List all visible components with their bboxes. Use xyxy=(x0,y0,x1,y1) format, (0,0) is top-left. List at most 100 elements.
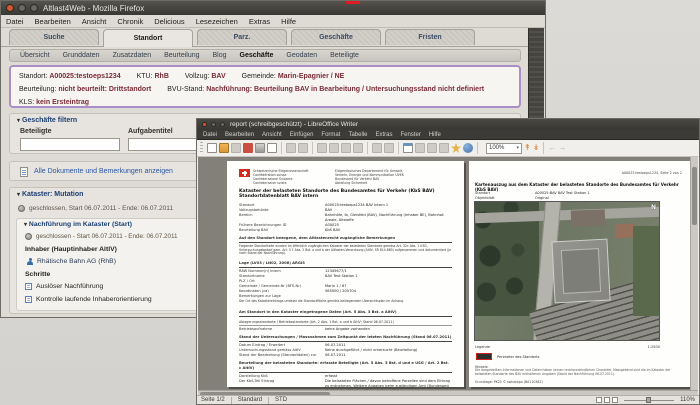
perimeter-label: Perimeter des Standorts xyxy=(497,355,540,359)
menu-item[interactable]: Bearbeiten xyxy=(225,132,254,138)
menu-item[interactable]: Hilfe xyxy=(281,17,296,26)
swiss-flag-icon xyxy=(239,169,250,177)
main-tab[interactable]: Suche xyxy=(9,29,99,45)
menu-item[interactable]: Datei xyxy=(203,132,217,138)
menu-item[interactable]: Lesezeichen xyxy=(196,17,238,26)
minimize-icon[interactable] xyxy=(18,4,26,12)
draw-functions-icon[interactable] xyxy=(415,143,425,153)
main-tab[interactable]: Standort xyxy=(103,29,193,47)
sub-tab[interactable]: Geodaten xyxy=(286,52,317,59)
undo-icon[interactable] xyxy=(372,143,382,153)
paste-icon[interactable] xyxy=(341,143,351,153)
multi-page-view-icon[interactable] xyxy=(604,397,611,403)
menu-item[interactable]: Bearbeiten xyxy=(35,17,71,26)
menu-item[interactable]: Format xyxy=(321,132,340,138)
schritt-link[interactable]: Auslöser Nachführung xyxy=(36,283,103,290)
open-icon[interactable] xyxy=(219,143,229,153)
single-page-view-icon[interactable] xyxy=(596,397,603,403)
menu-item[interactable]: Einfügen xyxy=(290,132,314,138)
main-tab[interactable]: Parz. xyxy=(197,29,287,45)
zoom-slider-thumb[interactable] xyxy=(646,397,652,403)
writer-toolbar: 100% ▾ ↟ ↡ ← → xyxy=(197,140,699,157)
show-all-documents-link[interactable]: Alle Dokumente und Bemerkungen anzeigen xyxy=(34,168,173,175)
sub-tabs: Übersicht Grunddaten Zusatzdaten Beurteilun… xyxy=(9,49,521,62)
close-icon[interactable] xyxy=(202,122,207,127)
autospell-icon[interactable] xyxy=(298,143,308,153)
menu-item[interactable]: Tabelle xyxy=(348,132,367,138)
minimize-icon[interactable] xyxy=(211,122,216,127)
zoom-slider[interactable] xyxy=(624,397,675,403)
redo-icon[interactable] xyxy=(384,143,394,153)
sub-tab[interactable]: Blog xyxy=(213,52,227,59)
insert-table-icon[interactable] xyxy=(403,143,413,153)
inhaber-name[interactable]: Rhätische Bahn AG (RhB) xyxy=(37,258,116,265)
copy-icon[interactable] xyxy=(329,143,339,153)
scrollbar-thumb[interactable] xyxy=(692,167,697,225)
zoom-combo[interactable]: 100% ▾ xyxy=(486,142,522,154)
cut-icon[interactable] xyxy=(317,143,327,153)
menu-item[interactable]: Datei xyxy=(6,17,24,26)
navigate-up-icon[interactable]: ↟ xyxy=(524,143,531,153)
main-tab[interactable]: Geschäfte xyxy=(291,29,381,45)
sub-tab[interactable]: Übersicht xyxy=(20,52,50,59)
firefox-titlebar[interactable]: Altlast4Web - Mozilla Firefox xyxy=(1,1,545,15)
menu-item[interactable]: Delicious xyxy=(154,17,184,26)
menu-item[interactable]: Fenster xyxy=(400,132,420,138)
nachfuehrung-header[interactable]: ▾ Nachführung im Kataster (Start) xyxy=(17,219,213,228)
document-page-1: Schweizerische Eidgenossenschaft Confédér… xyxy=(227,161,464,398)
task-icon xyxy=(25,295,32,303)
print-icon[interactable] xyxy=(255,143,265,153)
gallery-icon[interactable] xyxy=(451,143,461,153)
document-area: Schweizerische Eidgenossenschaft Confédér… xyxy=(198,157,698,398)
schritt-row: Kontrolle laufende Inhaberorientierung ✓ xyxy=(25,295,209,303)
menu-item[interactable]: Extras xyxy=(249,17,270,26)
schritt-link[interactable]: Kontrolle laufende Inhaberorientierung xyxy=(36,296,152,303)
spellcheck-icon[interactable] xyxy=(286,143,296,153)
report-row: Am Standort in den Kataster eingetragene… xyxy=(239,310,452,317)
info-pair: Standort: A00025:testoeps1234 xyxy=(19,73,121,80)
forward-icon[interactable]: → xyxy=(558,143,566,153)
report-row: Betriebsaufnahme keine Angabe vorhanden xyxy=(239,327,370,332)
sub-tab[interactable]: Beteiligte xyxy=(330,52,359,59)
report-row: Beurteilung BAV KbS BAV xyxy=(239,228,341,232)
writer-window: report (schreibgeschützt) - LibreOffice … xyxy=(196,118,700,405)
lock-icon xyxy=(18,205,25,212)
export-pdf-icon[interactable] xyxy=(243,143,253,153)
confederation-line: Confederaziun svizra xyxy=(253,181,287,185)
page-corner-reference: A00025:testoeps1234, Seite 2 von 2 xyxy=(621,171,682,175)
menu-item[interactable]: Hilfe xyxy=(429,132,441,138)
writer-titlebar[interactable]: report (schreibgeschützt) - LibreOffice … xyxy=(197,119,699,130)
page-preview-icon[interactable] xyxy=(267,143,277,153)
close-icon[interactable] xyxy=(6,4,14,12)
report-row: Beurteilung der belasteten Standorte: er… xyxy=(239,361,452,373)
info-line-1: Standort: A00025:testoeps1234 KTU: RhB Vol… xyxy=(19,70,511,83)
hyperlink-icon[interactable] xyxy=(463,143,473,153)
format-paintbrush-icon[interactable] xyxy=(353,143,363,153)
info-pair: Beurteilung: nicht beurteilt: Drittstand… xyxy=(19,86,152,93)
menu-item[interactable]: Extras xyxy=(375,132,392,138)
sub-tab[interactable]: Geschäfte xyxy=(240,52,274,59)
main-tab[interactable]: Fristen xyxy=(385,29,475,45)
new-document-icon[interactable] xyxy=(207,143,217,153)
sub-tab[interactable]: Grunddaten xyxy=(63,52,100,59)
beteiligte-input[interactable] xyxy=(20,138,120,151)
maximize-icon[interactable] xyxy=(30,4,38,12)
toolbar-handle[interactable] xyxy=(200,142,203,154)
find-icon[interactable] xyxy=(427,143,437,153)
chevron-down-icon: ▾ xyxy=(17,118,21,124)
page-indicator: Seite 1/2 xyxy=(201,397,225,403)
maximize-icon[interactable] xyxy=(220,122,225,127)
back-icon[interactable]: ← xyxy=(548,143,556,153)
navigator-icon[interactable] xyxy=(439,143,449,153)
menu-item[interactable]: Ansicht xyxy=(262,132,282,138)
nachfuehrung-panel: ▾ Nachführung im Kataster (Start) geschl… xyxy=(16,218,214,311)
book-view-icon[interactable] xyxy=(612,397,619,403)
sub-tab[interactable]: Beurteilung xyxy=(164,52,199,59)
navigate-down-icon[interactable]: ↡ xyxy=(533,143,540,153)
chevron-down-icon: ▾ xyxy=(17,192,21,198)
sub-tab[interactable]: Zusatzdaten xyxy=(113,52,152,59)
menu-item[interactable]: Chronik xyxy=(117,17,143,26)
menu-item[interactable]: Ansicht xyxy=(82,17,107,26)
vertical-scrollbar[interactable] xyxy=(690,157,698,390)
save-icon[interactable] xyxy=(231,143,241,153)
